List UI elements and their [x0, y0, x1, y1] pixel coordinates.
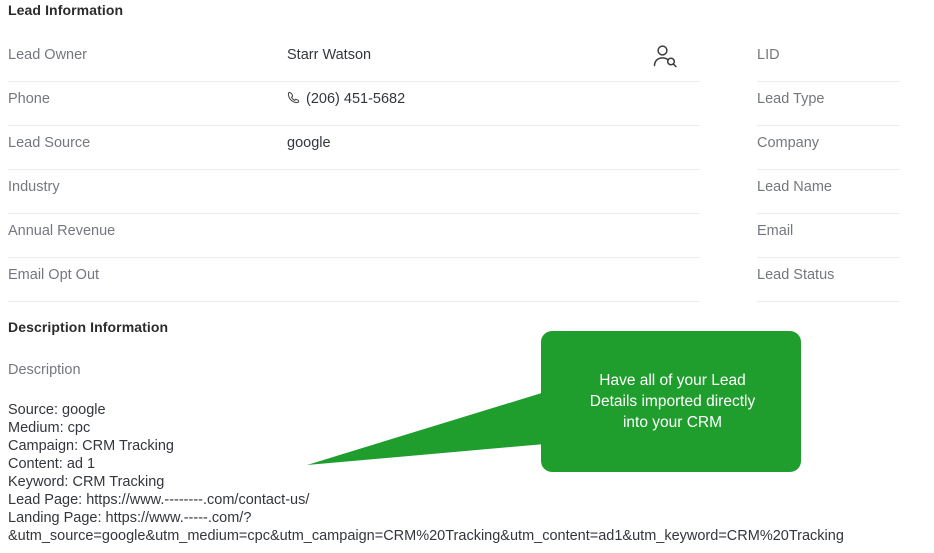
field-label-company: Company	[757, 135, 820, 151]
field-row-phone[interactable]: Phone (206) 451-5682	[8, 82, 700, 126]
field-label-lid: LID	[757, 47, 780, 63]
callout-text: Have all of your Lead Details imported d…	[589, 372, 756, 431]
field-label-email-opt-out: Email Opt Out	[8, 267, 100, 283]
field-label-phone: Phone	[8, 91, 50, 107]
lead-information-right-column: LID Lead Type Company Lead Name Email Le…	[757, 38, 900, 302]
field-value-lead-owner: Starr Watson	[287, 47, 372, 63]
lead-information-left-column: Lead Owner Starr Watson Phone (206) 451-…	[8, 38, 700, 302]
field-label-lead-owner: Lead Owner	[8, 47, 87, 63]
field-label-email: Email	[757, 223, 794, 239]
field-row-annual-revenue[interactable]: Annual Revenue	[8, 214, 700, 258]
field-row-lead-owner[interactable]: Lead Owner Starr Watson	[8, 38, 700, 82]
page-title: Lead Information	[8, 2, 124, 18]
field-label-lead-status: Lead Status	[757, 267, 835, 283]
field-row-email-opt-out[interactable]: Email Opt Out	[8, 258, 700, 302]
phone-icon	[287, 91, 301, 105]
field-label-industry: Industry	[8, 179, 60, 195]
field-row-company[interactable]: Company	[757, 126, 900, 170]
field-value-phone-wrapper: (206) 451-5682	[287, 91, 405, 107]
field-value-phone: (206) 451-5682	[306, 91, 406, 107]
field-label-lead-source: Lead Source	[8, 135, 91, 151]
field-row-email[interactable]: Email	[757, 214, 900, 258]
description-information-heading: Description Information	[8, 319, 169, 335]
field-label-lead-type: Lead Type	[757, 91, 825, 107]
field-row-lid[interactable]: LID	[757, 38, 900, 82]
field-row-lead-source[interactable]: Lead Source google	[8, 126, 700, 170]
field-value-description: Source: google Medium: cpc Campaign: CRM…	[8, 402, 844, 544]
field-label-description: Description	[8, 362, 81, 378]
person-search-icon[interactable]	[650, 44, 680, 70]
field-row-lead-name[interactable]: Lead Name	[757, 170, 900, 214]
field-row-industry[interactable]: Industry	[8, 170, 700, 214]
field-label-lead-name: Lead Name	[757, 179, 832, 195]
field-row-lead-status[interactable]: Lead Status	[757, 258, 900, 302]
field-value-lead-source: google	[287, 135, 331, 151]
field-label-annual-revenue: Annual Revenue	[8, 223, 116, 239]
field-row-lead-type[interactable]: Lead Type	[757, 82, 900, 126]
